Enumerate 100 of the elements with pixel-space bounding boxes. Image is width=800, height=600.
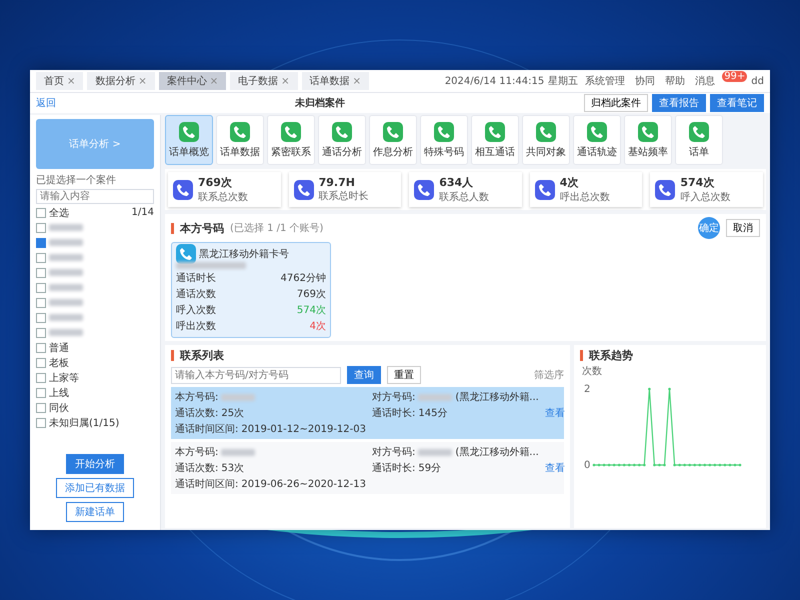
data-point bbox=[608, 464, 610, 466]
phone-icon bbox=[434, 122, 454, 142]
card-label: 通话次数 bbox=[176, 288, 216, 301]
carrier-icon bbox=[176, 244, 196, 264]
checkbox[interactable] bbox=[36, 358, 46, 368]
phone-icon bbox=[534, 180, 555, 200]
checkbox[interactable] bbox=[36, 252, 46, 262]
stat-label: 联系总人数 bbox=[439, 190, 490, 204]
user-name[interactable]: dd bbox=[751, 76, 764, 86]
module-tile[interactable]: 通话分析 bbox=[318, 115, 366, 165]
data-point bbox=[673, 464, 676, 466]
data-point bbox=[622, 464, 626, 466]
tick-label: 0 bbox=[584, 460, 590, 471]
checkbox[interactable] bbox=[36, 268, 46, 278]
checkbox[interactable] bbox=[36, 342, 46, 352]
stat-value: 574次 bbox=[680, 175, 716, 190]
sidebar-button[interactable]: 新建话单 bbox=[66, 502, 124, 522]
selection-count: 1/14 bbox=[132, 207, 154, 218]
selection-info: (已选择 1 /1 个账号) bbox=[230, 222, 324, 235]
checkbox[interactable] bbox=[36, 222, 46, 232]
query-button[interactable]: 查询 bbox=[347, 366, 381, 384]
phone-icon bbox=[638, 122, 658, 142]
phone-icon bbox=[281, 122, 301, 142]
redacted-text bbox=[49, 269, 83, 276]
field-value: 2019-01-12~2019-12-03 bbox=[241, 424, 366, 434]
data-point bbox=[628, 464, 631, 466]
phone-icon bbox=[230, 122, 250, 142]
back-link[interactable]: 返回 bbox=[36, 96, 56, 110]
cancel-button[interactable]: 取消 bbox=[726, 219, 760, 237]
data-point bbox=[663, 464, 666, 466]
header-link[interactable]: 协同 bbox=[632, 74, 658, 88]
module-tile[interactable]: 作息分析 bbox=[369, 115, 417, 165]
checkbox[interactable] bbox=[36, 402, 46, 412]
sort-link[interactable]: 筛选序 bbox=[534, 368, 564, 382]
data-point bbox=[714, 464, 716, 466]
checkbox[interactable] bbox=[36, 282, 46, 292]
module-tile[interactable]: 相互通话 bbox=[471, 115, 519, 165]
header-link[interactable]: 消息 bbox=[692, 74, 718, 88]
header-button[interactable]: 归档此案件 bbox=[584, 94, 648, 112]
field-label: 通话时长: bbox=[372, 462, 416, 475]
region-text: (黑龙江移动外籍... bbox=[455, 446, 539, 459]
search-field[interactable]: 请输入内容 bbox=[36, 189, 154, 204]
nav-tab[interactable]: 案件中心 × bbox=[158, 72, 226, 90]
card-label: 呼出次数 bbox=[176, 320, 216, 333]
reset-button[interactable]: 重置 bbox=[387, 366, 421, 384]
checkbox[interactable] bbox=[36, 328, 46, 338]
field-value: 2019-06-26~2020-12-13 bbox=[241, 478, 366, 490]
contact-row[interactable]: 本方号码: 对方号码: (黑龙江移动外籍... 通话次数: 53次 通话时长: 59分 查看 通话时间区间: 2019-06-26~2020-12-13 bbox=[171, 442, 564, 494]
checkbox[interactable] bbox=[36, 388, 46, 398]
header-link[interactable]: 帮助 bbox=[662, 74, 688, 88]
header-link[interactable]: 系统管理 bbox=[582, 74, 628, 88]
header-button[interactable]: 查看报告 bbox=[652, 94, 706, 112]
select-all-label: 全选 bbox=[49, 206, 69, 220]
redacted-text bbox=[49, 299, 83, 306]
module-tile[interactable]: 紧密联系 bbox=[267, 115, 315, 165]
phone-icon bbox=[536, 122, 556, 142]
data-point bbox=[734, 464, 736, 466]
data-point bbox=[638, 464, 641, 466]
sidebar-button[interactable]: 开始分析 bbox=[66, 454, 124, 474]
checkbox[interactable] bbox=[36, 312, 46, 322]
data-point bbox=[693, 464, 696, 466]
nav-tab[interactable]: 话单数据 × bbox=[302, 72, 369, 90]
module-tile[interactable]: 话单数据 bbox=[216, 115, 264, 165]
checkbox[interactable] bbox=[36, 208, 46, 218]
search-field[interactable]: 请输入本方号码/对方号码 bbox=[171, 366, 341, 384]
module-tile[interactable]: 通话轨迹 bbox=[573, 115, 621, 165]
card-label: 呼入次数 bbox=[176, 304, 216, 317]
module-tile[interactable]: 共同对象 bbox=[522, 115, 570, 165]
field-label: 通话时长: bbox=[372, 406, 416, 420]
field-label: 本方号码: bbox=[175, 446, 218, 459]
header-button[interactable]: 查看笔记 bbox=[710, 94, 764, 112]
group-label: 上线 bbox=[49, 386, 69, 400]
redacted-text bbox=[49, 314, 83, 321]
nav-tab[interactable]: 首页 × bbox=[36, 72, 84, 90]
contact-row[interactable]: 本方号码: 对方号码: (黑龙江移动外籍... 通话次数: 25次 通话时长: 145分 查看 通话时间区间: 2019-01-12~2019-12-03 bbox=[171, 387, 564, 439]
field-value: 145分 bbox=[418, 407, 448, 420]
data-point bbox=[688, 464, 691, 466]
data-point bbox=[668, 388, 671, 390]
tick-label: 2 bbox=[584, 384, 590, 395]
phone-icon bbox=[689, 122, 709, 142]
stat-value: 4次 bbox=[560, 175, 580, 190]
checkbox[interactable] bbox=[36, 372, 46, 382]
field-value: 25次 bbox=[221, 407, 244, 420]
nav-tab[interactable]: 数据分析 × bbox=[87, 72, 155, 90]
checkbox[interactable] bbox=[36, 298, 46, 308]
redacted-text bbox=[221, 448, 256, 456]
data-point bbox=[708, 464, 712, 466]
checkbox[interactable] bbox=[36, 418, 46, 428]
field-value: 59分 bbox=[418, 462, 442, 475]
module-tile[interactable]: 话单 bbox=[675, 115, 723, 165]
module-tile[interactable]: 话单概览 bbox=[165, 115, 213, 165]
module-tile[interactable]: 特殊号码 bbox=[420, 115, 468, 165]
view-link[interactable]: 查看 bbox=[544, 461, 565, 475]
checkbox[interactable] bbox=[36, 238, 46, 248]
data-point bbox=[598, 464, 600, 466]
nav-tab[interactable]: 电子数据 × bbox=[230, 72, 298, 90]
data-point bbox=[718, 464, 722, 466]
module-tile[interactable]: 基站频率 bbox=[624, 115, 672, 165]
sidebar-button[interactable]: 添加已有数据 bbox=[56, 478, 134, 498]
number-card[interactable]: 黑龙江移动外籍卡号 通话时长 4762分钟 通话次数 769次 呼入次数 574次 呼出次数 4次 bbox=[171, 242, 331, 338]
